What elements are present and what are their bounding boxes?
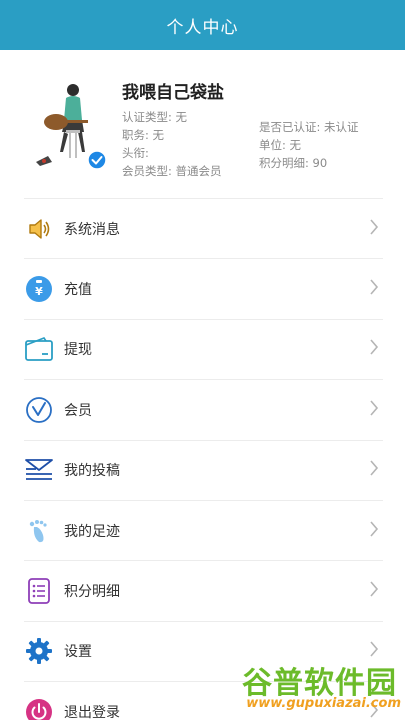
wallet-icon xyxy=(24,334,54,364)
chevron-right-icon xyxy=(369,460,379,480)
menu-item-label: 我的足迹 xyxy=(64,523,120,540)
chevron-right-icon xyxy=(369,339,379,359)
watermark-url: www.gupuxiazai.com xyxy=(246,696,401,711)
verified-status-text: 是否已认证: 未认证 xyxy=(259,120,359,134)
menu-item-label: 积分明细 xyxy=(64,584,120,601)
menu-list: 系统消息 ¥ 充值 提现 会员 我的投稿 我的足迹 积分明细 设置 退出登录 xyxy=(0,199,405,720)
watermark: 谷普软件园 www.gupuxiazai.com xyxy=(220,656,405,718)
profile-card: 我喂自己袋盐 认证类型: 无 职务: 无 头衔: 会员类型: 普通会员 是否已认… xyxy=(0,50,405,200)
menu-item-label: 我的投稿 xyxy=(64,463,120,480)
menu-item-label: 退出登录 xyxy=(64,705,120,720)
member-icon xyxy=(24,395,54,425)
menu-item-withdraw[interactable]: 提现 xyxy=(24,320,383,381)
cert-type-text: 认证类型: 无 xyxy=(122,110,188,124)
submission-icon xyxy=(24,455,54,485)
menu-item-label: 充值 xyxy=(64,282,92,299)
profile-info-left: 认证类型: 无 职务: 无 头衔: 会员类型: 普通会员 xyxy=(122,108,222,180)
page-title: 个人中心 xyxy=(166,17,239,38)
power-icon xyxy=(24,697,54,720)
user-name: 我喂自己袋盐 xyxy=(122,83,224,103)
app-header: 个人中心 xyxy=(0,0,405,50)
footprint-icon xyxy=(24,516,54,546)
chevron-right-icon xyxy=(369,581,379,601)
svg-text:¥: ¥ xyxy=(35,285,43,298)
chevron-right-icon xyxy=(369,219,379,239)
chevron-right-icon xyxy=(369,279,379,299)
member-type-text: 会员类型: 普通会员 xyxy=(122,164,222,178)
chevron-right-icon xyxy=(369,521,379,541)
menu-item-label: 系统消息 xyxy=(64,221,120,238)
speaker-icon xyxy=(24,214,54,244)
unit-text: 单位: 无 xyxy=(259,138,302,152)
menu-item-label: 设置 xyxy=(64,644,92,661)
gear-icon xyxy=(24,636,54,666)
menu-item-recharge[interactable]: ¥ 充值 xyxy=(24,259,383,320)
profile-info-right: 是否已认证: 未认证 单位: 无 积分明细: 90 xyxy=(259,118,359,172)
menu-item-member[interactable]: 会员 xyxy=(24,380,383,441)
menu-item-my-footprints[interactable]: 我的足迹 xyxy=(24,501,383,562)
menu-item-label: 会员 xyxy=(64,402,92,419)
position-text: 职务: 无 xyxy=(122,128,165,142)
title-text: 头衔: xyxy=(122,146,149,160)
points-text: 积分明细: 90 xyxy=(259,156,328,170)
points-list-icon xyxy=(24,576,54,606)
menu-item-system-messages[interactable]: 系统消息 xyxy=(24,199,383,260)
verified-badge-icon xyxy=(87,150,107,170)
menu-item-my-submissions[interactable]: 我的投稿 xyxy=(24,441,383,501)
chevron-right-icon xyxy=(369,400,379,420)
menu-item-points-detail[interactable]: 积分明细 xyxy=(24,561,383,622)
recharge-icon: ¥ xyxy=(24,274,54,304)
menu-item-label: 提现 xyxy=(64,342,92,359)
